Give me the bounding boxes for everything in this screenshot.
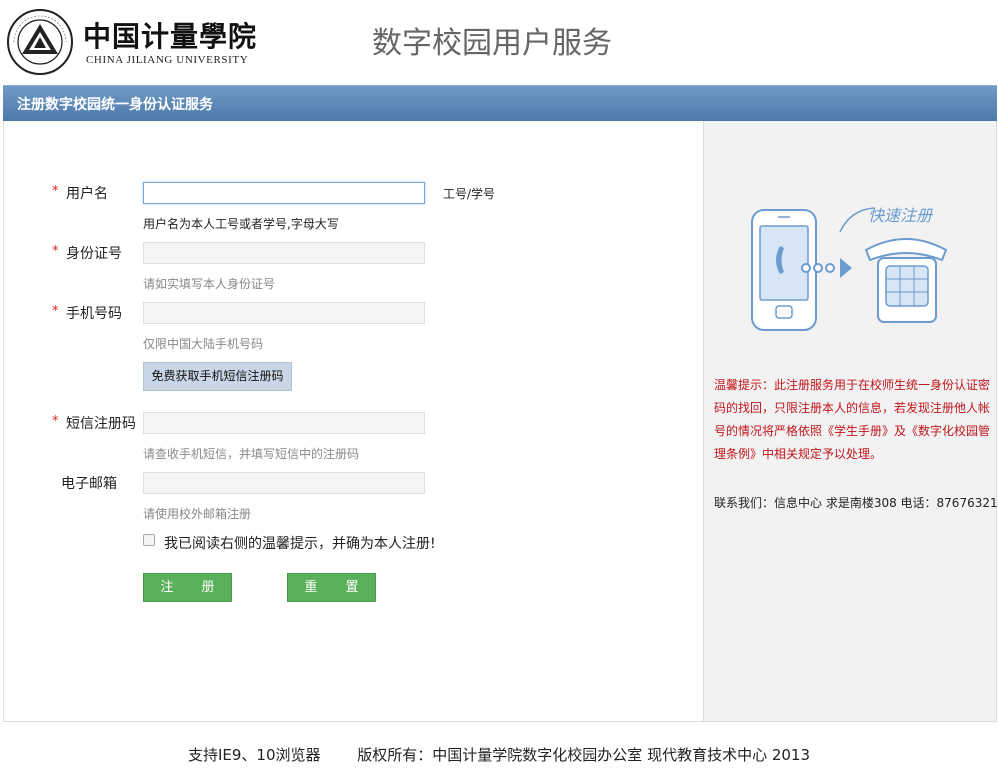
page-footer: 支持IE9、10浏览器 版权所有：中国计量学院数字化校园办公室 现代教育技术中心… — [0, 744, 998, 765]
quick-register-illustration: 快速注册 — [740, 190, 970, 335]
illustration-caption: 快速注册 — [868, 206, 933, 225]
idcard-input[interactable] — [143, 242, 425, 264]
warm-tip-text: 温馨提示：此注册服务用于在校师生统一身份认证密码的找回，只限注册本人的信息，若发… — [714, 378, 991, 461]
get-sms-code-button[interactable]: 免费获取手机短信注册码 — [143, 362, 292, 391]
content-bottom-divider — [3, 721, 997, 722]
phone-hint: 仅限中国大陆手机号码 — [143, 337, 264, 351]
required-mark: * — [52, 184, 59, 199]
register-button[interactable]: 注 册 — [143, 573, 232, 602]
username-suffix: 工号/学号 — [443, 187, 496, 201]
reset-button[interactable]: 重 置 — [287, 573, 376, 602]
university-name-cn: 中国计量學院 — [83, 20, 258, 53]
required-mark: * — [52, 414, 59, 429]
username-label: 用户名 — [66, 186, 108, 202]
page-title: 数字校园用户服务 — [372, 26, 612, 61]
sms-code-input[interactable] — [143, 412, 425, 434]
contact-info: 联系我们：信息中心 求是南楼308 电话：87676321 — [714, 496, 998, 510]
email-input[interactable] — [143, 472, 425, 494]
section-header-bar: 注册数字校园统一身份认证服务 — [3, 85, 997, 121]
username-hint: 用户名为本人工号或者学号,字母大写 — [143, 217, 339, 231]
sms-code-label: 短信注册码 — [66, 416, 136, 432]
idcard-label: 身份证号 — [66, 246, 122, 262]
agree-label: 我已阅读右侧的温馨提示，并确为本人注册! — [164, 536, 436, 552]
email-label: 电子邮箱 — [61, 476, 117, 492]
required-mark: * — [52, 244, 59, 259]
copyright-text: 版权所有：中国计量学院数字化校园办公室 现代教育技术中心 2013 — [357, 746, 811, 764]
university-emblem-logo — [6, 8, 74, 76]
sms-code-hint: 请查收手机短信，并填写短信中的注册码 — [143, 447, 360, 461]
required-mark: * — [52, 304, 59, 319]
phone-input[interactable] — [143, 302, 425, 324]
browser-support-note: 支持IE9、10浏览器 — [187, 746, 321, 764]
section-title: 注册数字校园统一身份认证服务 — [17, 97, 213, 113]
idcard-hint: 请如实填写本人身份证号 — [143, 277, 276, 291]
university-name-en: CHINA JILIANG UNIVERSITY — [86, 54, 249, 66]
agree-checkbox[interactable] — [143, 534, 155, 546]
username-input[interactable] — [143, 182, 425, 204]
email-hint: 请使用校外邮箱注册 — [143, 507, 252, 521]
phone-label: 手机号码 — [66, 306, 122, 322]
